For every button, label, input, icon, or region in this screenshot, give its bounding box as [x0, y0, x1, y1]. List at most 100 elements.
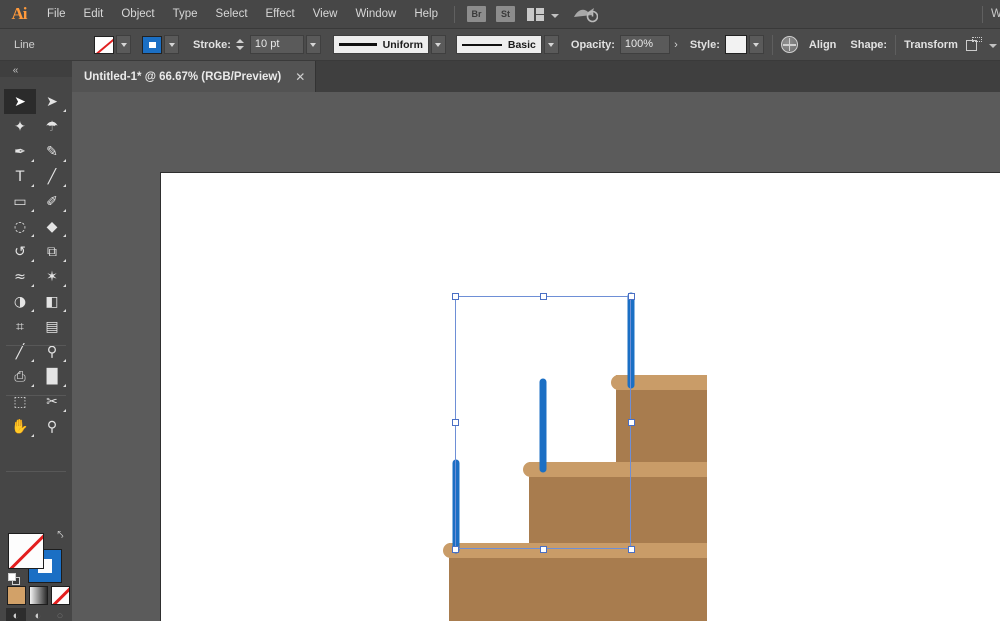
scale-tool[interactable]: ⧉	[36, 239, 68, 264]
zoom-tool[interactable]: ⚲	[36, 414, 68, 439]
brush-preview-line	[462, 44, 502, 46]
rectangle-tool[interactable]: ▭	[4, 189, 36, 214]
eyedropper-tool[interactable]: ╱	[4, 339, 36, 364]
artboard-tool[interactable]: ⬚	[4, 389, 36, 414]
transform-chevron-down-icon[interactable]	[989, 44, 997, 48]
creative-cloud-icon[interactable]	[572, 5, 598, 23]
pen-tool[interactable]: ✒	[4, 139, 36, 164]
stroke-weight-input[interactable]: 10 pt	[250, 35, 304, 54]
stroke-profile-dropdown[interactable]	[431, 35, 446, 54]
menu-type[interactable]: Type	[164, 0, 207, 29]
handle-bottom-right[interactable]	[628, 546, 635, 553]
recolor-artwork-icon[interactable]	[781, 36, 798, 53]
handle-top-right[interactable]	[628, 293, 635, 300]
handle-middle-left[interactable]	[452, 419, 459, 426]
menu-file[interactable]: File	[38, 0, 75, 29]
stock-button[interactable]: St	[496, 6, 515, 22]
artboard[interactable]	[161, 173, 1000, 621]
stroke-weight-stepper[interactable]	[234, 36, 247, 54]
menu-select[interactable]: Select	[207, 0, 257, 29]
shaper-tool[interactable]: ◌	[4, 214, 36, 239]
stroke-weight-label: Stroke:	[193, 39, 231, 51]
type-tool[interactable]: T	[4, 164, 36, 189]
menu-effect[interactable]: Effect	[257, 0, 304, 29]
scale-tool-glyph: ⧉	[47, 245, 57, 259]
line-segment-tool[interactable]: ╱	[36, 164, 68, 189]
stroke-weight-dropdown[interactable]	[306, 35, 321, 54]
none-swatch[interactable]	[51, 586, 70, 605]
transform-button[interactable]: Transform	[904, 39, 958, 51]
default-fill-stroke-icon[interactable]	[8, 573, 21, 586]
stroke-profile-select[interactable]: Uniform	[333, 35, 429, 54]
draw-inside-mode[interactable]: ○	[50, 608, 70, 621]
gradient-tool[interactable]: ▤	[36, 314, 68, 339]
symbol-sprayer-tool[interactable]: ⎙	[4, 364, 36, 389]
bridge-button[interactable]: Br	[467, 6, 486, 22]
lasso-tool[interactable]: ☂	[36, 114, 68, 139]
workspace-label[interactable]: W	[982, 6, 1000, 23]
draw-behind-mode[interactable]: ◐	[28, 608, 48, 621]
transform-options-icon[interactable]	[966, 37, 983, 52]
shape-builder-tool-glyph: ◑	[14, 295, 26, 309]
menu-edit[interactable]: Edit	[75, 0, 113, 29]
graphic-style-swatch[interactable]	[725, 35, 747, 54]
close-icon[interactable]: ✕	[295, 70, 305, 84]
handle-bottom-left[interactable]	[452, 546, 459, 553]
column-graph-tool[interactable]: █	[36, 364, 68, 389]
color-swatch[interactable]	[7, 586, 26, 605]
selected-object-type: Line	[14, 39, 76, 51]
stroke-swatch-dropdown[interactable]	[164, 35, 179, 54]
fill-swatch-dropdown[interactable]	[116, 35, 131, 54]
shape-builder-tool[interactable]: ◑	[4, 289, 36, 314]
handle-top-center[interactable]	[540, 293, 547, 300]
hand-tool[interactable]: ✋	[4, 414, 36, 439]
opacity-input[interactable]: 100%	[620, 35, 670, 54]
tool-divider-2	[6, 395, 66, 396]
collapse-panel-icon[interactable]: «	[4, 64, 26, 78]
free-transform-tool[interactable]: ✶	[36, 264, 68, 289]
brush-definition-dropdown[interactable]	[544, 35, 559, 54]
fill-indicator[interactable]	[8, 533, 44, 569]
menu-window[interactable]: Window	[346, 0, 405, 29]
slice-tool[interactable]: ✂	[36, 389, 68, 414]
perspective-grid-tool[interactable]: ◧	[36, 289, 68, 314]
align-button[interactable]: Align	[809, 39, 837, 51]
opacity-more-icon[interactable]: ›	[670, 35, 682, 55]
paintbrush-tool[interactable]: ✐	[36, 189, 68, 214]
menu-view[interactable]: View	[304, 0, 347, 29]
document-tab[interactable]: Untitled-1* @ 66.67% (RGB/Preview) ✕	[72, 61, 316, 92]
swap-fill-stroke-icon[interactable]: ⤣	[54, 529, 67, 542]
fill-swatch[interactable]	[94, 36, 114, 54]
direct-selection-tool[interactable]: ➤	[36, 89, 68, 114]
free-transform-tool-glyph: ✶	[46, 270, 58, 284]
app-logo: Ai	[0, 0, 38, 29]
shaper-tool-glyph: ◌	[14, 220, 26, 234]
rotate-tool[interactable]: ↺	[4, 239, 36, 264]
gradient-tool-glyph: ▤	[45, 320, 58, 334]
blend-tool[interactable]: ⚲	[36, 339, 68, 364]
gradient-swatch[interactable]	[29, 586, 48, 605]
arrange-documents-icon[interactable]	[527, 8, 545, 21]
selection-bounding-box[interactable]	[455, 296, 631, 549]
chevron-down-icon[interactable]	[551, 14, 559, 18]
magic-wand-tool[interactable]: ✦	[4, 114, 36, 139]
selection-tool[interactable]: ➤	[4, 89, 36, 114]
draw-normal-mode[interactable]: ◐	[6, 608, 26, 621]
handle-middle-right[interactable]	[628, 419, 635, 426]
menu-help[interactable]: Help	[405, 0, 447, 29]
curvature-tool[interactable]: ✎	[36, 139, 68, 164]
handle-top-left[interactable]	[452, 293, 459, 300]
eraser-tool[interactable]: ◆	[36, 214, 68, 239]
rotate-tool-glyph: ↺	[14, 245, 26, 259]
mesh-tool[interactable]: ⌗	[4, 314, 36, 339]
canvas-area[interactable]	[72, 92, 1000, 621]
zoom-tool-glyph: ⚲	[47, 420, 57, 434]
workspace-switcher[interactable]: W	[982, 0, 1000, 29]
graphic-style-dropdown[interactable]	[749, 35, 764, 54]
handle-bottom-center[interactable]	[540, 546, 547, 553]
menu-object[interactable]: Object	[112, 0, 163, 29]
width-tool[interactable]: ≈	[4, 264, 36, 289]
pen-tool-glyph: ✒	[14, 145, 26, 159]
brush-definition-select[interactable]: Basic	[456, 35, 542, 54]
stroke-swatch[interactable]	[142, 36, 162, 54]
